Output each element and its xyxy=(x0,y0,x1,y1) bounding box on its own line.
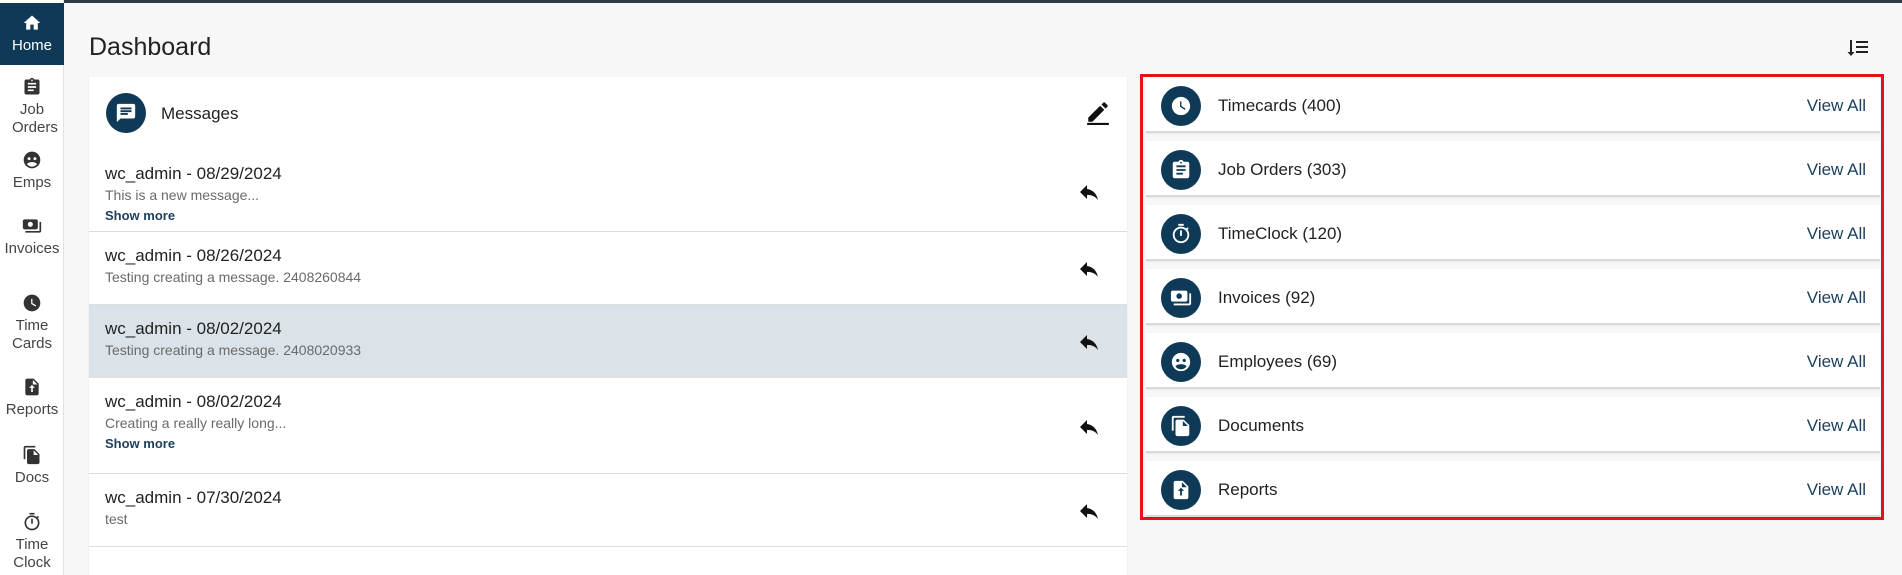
show-more-link[interactable]: Show more xyxy=(105,208,175,223)
sidebar-item-emps[interactable]: Emps xyxy=(0,149,64,199)
message-item[interactable]: wc_admin - 08/29/2024 This is a new mess… xyxy=(89,151,1127,232)
message-sender-date: wc_admin - 08/26/2024 xyxy=(105,246,282,265)
view-all-link[interactable]: View All xyxy=(1807,160,1866,180)
show-more-link[interactable]: Show more xyxy=(105,436,175,451)
reply-button[interactable] xyxy=(1077,180,1101,204)
sidebar-item-time-clock[interactable]: Time Clock xyxy=(0,511,64,575)
messages-card: Messages wc_admin - 08/29/2024 This is a… xyxy=(89,77,1127,575)
stopwatch-icon xyxy=(1161,214,1201,254)
reply-button[interactable] xyxy=(1077,330,1101,354)
edit-icon xyxy=(1085,102,1111,129)
sidebar-item-label: Time Clock xyxy=(13,536,51,571)
message-sender-date: wc_admin - 07/30/2024 xyxy=(105,488,282,507)
reply-icon xyxy=(1077,335,1101,358)
reply-button[interactable] xyxy=(1077,257,1101,281)
summary-label: Documents xyxy=(1218,416,1304,435)
view-all-link[interactable]: View All xyxy=(1807,96,1866,116)
reply-icon xyxy=(1077,420,1101,443)
reply-icon xyxy=(1077,185,1101,208)
clock-icon xyxy=(21,292,43,314)
reply-button[interactable] xyxy=(1077,499,1101,523)
reply-button[interactable] xyxy=(1077,415,1101,439)
sort-lines-icon xyxy=(1846,40,1870,64)
message-preview: Testing creating a message. 2408020933 xyxy=(105,342,362,358)
summary-item-job-orders[interactable]: Job Orders (303) View All xyxy=(1146,141,1880,197)
sidebar-item-job-orders[interactable]: Job Orders xyxy=(0,76,64,140)
message-sender-date: wc_admin - 08/02/2024 xyxy=(105,392,282,411)
summary-item-reports[interactable]: Reports View All xyxy=(1146,461,1880,517)
message-item[interactable]: wc_admin - 08/02/2024 Creating a really … xyxy=(89,378,1127,474)
page-title: Dashboard xyxy=(89,33,212,61)
message-item[interactable]: wc_admin - 08/26/2024 Testing creating a… xyxy=(89,232,1127,305)
people-icon xyxy=(1161,342,1201,382)
documents-icon xyxy=(1161,406,1201,446)
message-item[interactable]: wc_admin - 07/30/2024 test xyxy=(89,474,1127,547)
sidebar-item-label: Home xyxy=(11,37,52,54)
home-icon xyxy=(21,12,43,34)
sidebar-item-label: Docs xyxy=(14,469,50,486)
sidebar-item-label: Time Cards xyxy=(12,317,53,352)
top-bar-line xyxy=(0,0,1902,3)
sidebar-item-invoices[interactable]: Invoices xyxy=(0,215,64,269)
summary-label: Job Orders (303) xyxy=(1218,160,1347,179)
sidebar-item-label: Reports xyxy=(5,401,59,418)
sidebar-item-docs[interactable]: Docs xyxy=(0,444,64,494)
summary-item-timeclock[interactable]: TimeClock (120) View All xyxy=(1146,205,1880,261)
sidebar-item-label: Invoices xyxy=(4,240,60,257)
sidebar: Home Job Orders Emps Invoices Time Cards… xyxy=(0,0,64,575)
people-icon xyxy=(21,149,43,171)
message-sender-date: wc_admin - 08/02/2024 xyxy=(105,319,282,338)
message-item[interactable]: wc_admin - 08/02/2024 Testing creating a… xyxy=(89,305,1127,378)
summary-panel: Timecards (400) View All Job Orders (303… xyxy=(1140,74,1884,520)
sidebar-item-home[interactable]: Home xyxy=(0,3,64,65)
view-all-link[interactable]: View All xyxy=(1807,480,1866,500)
sidebar-item-reports[interactable]: Reports xyxy=(0,376,64,426)
messages-title: Messages xyxy=(161,104,239,123)
summary-label: Timecards (400) xyxy=(1218,96,1342,115)
view-all-link[interactable]: View All xyxy=(1807,288,1866,308)
summary-item-documents[interactable]: Documents View All xyxy=(1146,397,1880,453)
summary-item-employees[interactable]: Employees (69) View All xyxy=(1146,333,1880,389)
clock-icon xyxy=(1161,86,1201,126)
compose-message-button[interactable] xyxy=(1085,99,1113,127)
message-preview: test xyxy=(105,511,128,527)
message-preview: This is a new message... xyxy=(105,187,260,203)
sort-button[interactable] xyxy=(1846,36,1872,60)
message-preview: Creating a really really long... xyxy=(105,415,287,431)
sidebar-item-label: Job Orders xyxy=(12,101,58,136)
reply-icon xyxy=(1077,504,1101,527)
view-all-link[interactable]: View All xyxy=(1807,416,1866,436)
reply-icon xyxy=(1077,262,1101,285)
chat-icon xyxy=(106,93,146,133)
summary-item-timecards[interactable]: Timecards (400) View All xyxy=(1146,77,1880,133)
message-preview: Testing creating a message. 2408260844 xyxy=(105,269,362,285)
documents-icon xyxy=(21,444,43,466)
summary-label: Reports xyxy=(1218,480,1278,499)
sidebar-item-time-cards[interactable]: Time Cards xyxy=(0,292,64,356)
messages-header: Messages xyxy=(89,77,1127,151)
summary-label: TimeClock (120) xyxy=(1218,224,1343,243)
sidebar-item-label: Emps xyxy=(12,174,52,191)
stopwatch-icon xyxy=(21,511,43,533)
clipboard-icon xyxy=(1161,150,1201,190)
money-icon xyxy=(1161,278,1201,318)
money-icon xyxy=(21,215,43,237)
upload-file-icon xyxy=(21,376,43,398)
summary-label: Employees (69) xyxy=(1218,352,1338,371)
message-sender-date: wc_admin - 08/29/2024 xyxy=(105,164,282,183)
upload-file-icon xyxy=(1161,470,1201,510)
summary-label: Invoices (92) xyxy=(1218,288,1316,307)
clipboard-icon xyxy=(21,76,43,98)
view-all-link[interactable]: View All xyxy=(1807,352,1866,372)
view-all-link[interactable]: View All xyxy=(1807,224,1866,244)
summary-item-invoices[interactable]: Invoices (92) View All xyxy=(1146,269,1880,325)
